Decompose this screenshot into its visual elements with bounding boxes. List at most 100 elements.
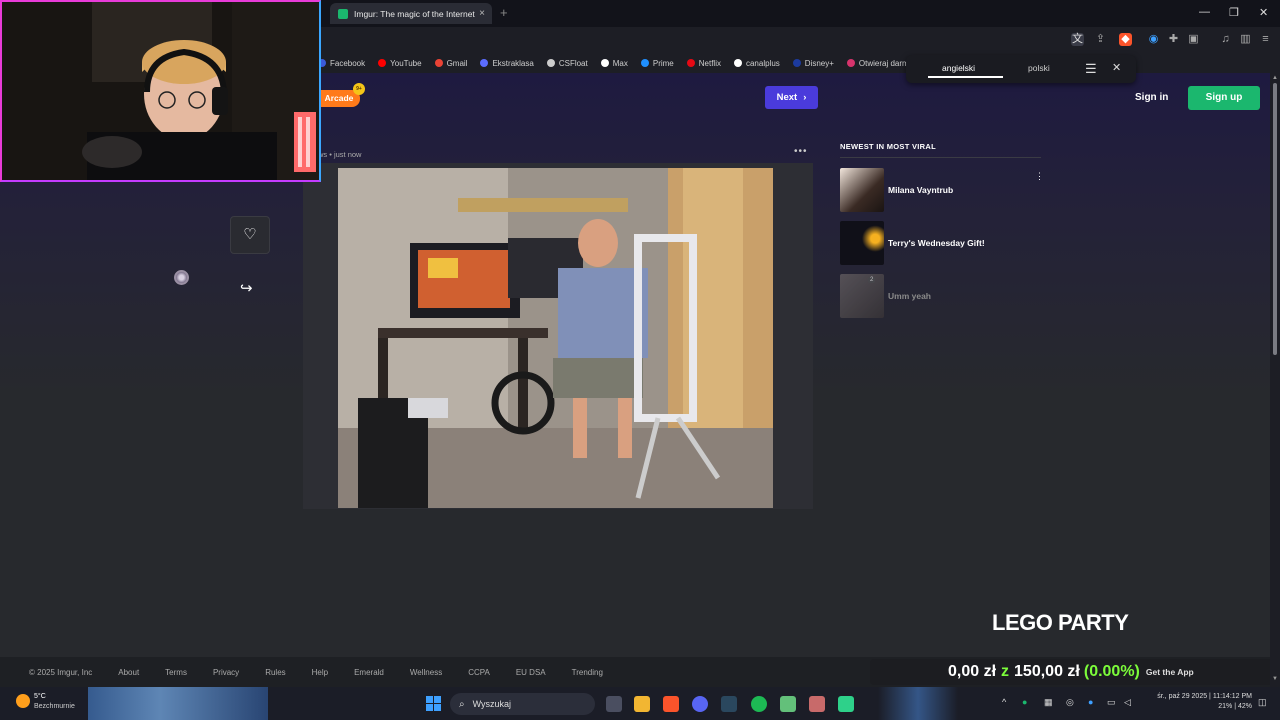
tab-close-icon[interactable]: × (479, 8, 485, 19)
footer-link-ccpa[interactable]: CCPA (468, 668, 490, 677)
share-icon[interactable]: ↪ (240, 279, 253, 297)
footer-link-terms[interactable]: Terms (165, 668, 187, 677)
taskbar-decoration (878, 687, 958, 720)
bookmark-prime[interactable]: Prime (640, 59, 674, 68)
donation-goal: 150,00 zł (1014, 663, 1080, 680)
app-icon[interactable] (780, 696, 796, 712)
target-language-tab[interactable]: polski (1028, 63, 1050, 73)
bookmark-canalplus[interactable]: canalplus (733, 59, 780, 68)
viral-more-icon[interactable]: ⋮ (1035, 171, 1044, 182)
volume-icon[interactable]: ◁ (1124, 697, 1131, 708)
sidebar-icon[interactable]: ▥ (1239, 33, 1252, 46)
post-more-icon[interactable]: ••• (794, 146, 808, 157)
footer-copyright: © 2025 Imgur, Inc (29, 667, 93, 677)
page-scrollbar[interactable]: ▲ ▼ (1270, 73, 1280, 687)
microphone-icon[interactable]: ● (1088, 697, 1093, 707)
get-the-app-link[interactable]: Get the App (1146, 667, 1194, 677)
menu-icon[interactable]: ≡ (1259, 33, 1272, 46)
bookmark-netflix[interactable]: Netflix (686, 59, 721, 68)
tray-app-icon[interactable]: ● (1022, 697, 1027, 707)
weather-desc: Bezchmurnie (34, 703, 75, 710)
arcade-label: Arcade (324, 93, 354, 103)
bookmark-youtube[interactable]: YouTube (378, 59, 422, 68)
max-icon (600, 59, 609, 67)
footer-link-trending[interactable]: Trending (572, 668, 603, 677)
bookmark-ekstraklasa[interactable]: Ekstraklasa (480, 59, 534, 68)
footer-link-wellness[interactable]: Wellness (410, 668, 442, 677)
otwieraj-icon (846, 59, 855, 67)
discord-icon[interactable] (692, 696, 708, 712)
tray-app-icon[interactable]: ▦ (1044, 697, 1053, 708)
minimize-icon[interactable]: — (1199, 6, 1210, 18)
network-icon[interactable]: ▭ (1107, 697, 1116, 708)
puzzle-icon[interactable]: ✚ (1167, 33, 1180, 46)
taskbar-clock[interactable]: śr., paź 29 2025 | 11:14:12 PM 21% | 42% (1144, 692, 1252, 712)
footer-link-about[interactable]: About (118, 668, 139, 677)
spotify-icon[interactable] (751, 696, 767, 712)
sign-in-link[interactable]: Sign in (1135, 92, 1168, 103)
obs-icon[interactable] (838, 696, 854, 712)
viral-thumbnail: 2 (840, 274, 884, 318)
bookmark-otwieraj[interactable]: Otwieraj darm (846, 59, 909, 68)
app-icon[interactable] (809, 696, 825, 712)
windows-start-icon[interactable] (426, 696, 442, 712)
taskbar-search[interactable]: ⌕ Wyszukaj (450, 693, 595, 715)
bookmark-csfloat[interactable]: CSFloat (546, 59, 588, 68)
maximize-icon[interactable]: ❐ (1229, 6, 1239, 19)
bookmark-facebook[interactable]: Facebook (318, 59, 365, 68)
viral-item-umm-yeah[interactable]: 2 Umm yeah (840, 274, 1041, 320)
scrollbar-thumb[interactable] (1273, 83, 1277, 355)
media-icon[interactable]: ♫ (1219, 33, 1232, 46)
translate-icon[interactable]: 文 (1071, 33, 1084, 46)
donation-amount: 0,00 zł (948, 663, 997, 680)
viral-thumbnail (840, 221, 884, 265)
close-window-icon[interactable]: ✕ (1259, 6, 1268, 19)
footer-link-help[interactable]: Help (312, 668, 328, 677)
webcam-feed-svg (2, 2, 319, 180)
tray-overflow-icon[interactable]: ^ (1002, 697, 1006, 707)
post-photo-svg (338, 168, 773, 508)
new-tab-icon[interactable]: + (500, 5, 508, 20)
bookmark-max[interactable]: Max (600, 59, 628, 68)
share-page-icon[interactable]: ⇪ (1094, 33, 1107, 46)
task-view-icon[interactable] (606, 696, 622, 712)
image-count-badge: 2 (868, 277, 876, 283)
stream-overlay-title: LEGO PARTY (992, 610, 1129, 635)
weather-temp: 5°C (34, 693, 46, 700)
bookmark-disney[interactable]: Disney+ (792, 59, 834, 68)
arcade-badge: 9+ (353, 83, 365, 95)
viral-item-milana[interactable]: Milana Vayntrub ⋮ (840, 168, 1044, 214)
arcade-button[interactable]: Arcade 9+ (318, 83, 365, 107)
screenshot-icon[interactable]: ▣ (1187, 33, 1200, 46)
like-button[interactable]: ♡ (230, 216, 270, 254)
bookmark-gmail[interactable]: Gmail (434, 59, 467, 68)
scroll-down-icon[interactable]: ▼ (1272, 676, 1278, 682)
next-button[interactable]: Next › (765, 86, 818, 109)
sign-up-button[interactable]: Sign up (1188, 86, 1260, 110)
extension-icon[interactable]: ◉ (1147, 33, 1160, 46)
footer-link-rules[interactable]: Rules (265, 668, 285, 677)
heart-icon: ♡ (243, 226, 257, 243)
tray-app-icon[interactable]: ◎ (1066, 697, 1074, 708)
footer-link-privacy[interactable]: Privacy (213, 668, 239, 677)
sidebar-divider (840, 157, 1041, 158)
post-image[interactable] (338, 168, 773, 508)
footer-link-emerald[interactable]: Emerald (354, 668, 384, 677)
close-icon[interactable]: ✕ (1112, 61, 1121, 74)
scroll-up-icon[interactable]: ▲ (1272, 75, 1278, 81)
steam-icon[interactable] (721, 696, 737, 712)
notifications-icon[interactable]: ◫ (1258, 697, 1267, 708)
browser-tab[interactable]: Imgur: The magic of the Internet × (330, 3, 492, 24)
screen: Imgur: The magic of the Internet × + — ❐… (0, 0, 1280, 720)
footer-link-eu-dsa[interactable]: EU DSA (516, 668, 546, 677)
brave-shield-icon[interactable]: ◆ (1119, 33, 1132, 46)
file-explorer-icon[interactable] (634, 696, 650, 712)
source-language-tab[interactable]: angielski (942, 63, 975, 73)
viral-item-terry[interactable]: Terry's Wednesday Gift! (840, 221, 1041, 267)
hamburger-menu-icon[interactable]: ☰ (1085, 61, 1097, 77)
active-tab-underline (928, 76, 1003, 78)
sun-icon (16, 694, 30, 708)
ekstraklasa-icon (480, 59, 489, 67)
search-placeholder: Wyszukaj (472, 699, 512, 709)
brave-icon[interactable] (663, 696, 679, 712)
